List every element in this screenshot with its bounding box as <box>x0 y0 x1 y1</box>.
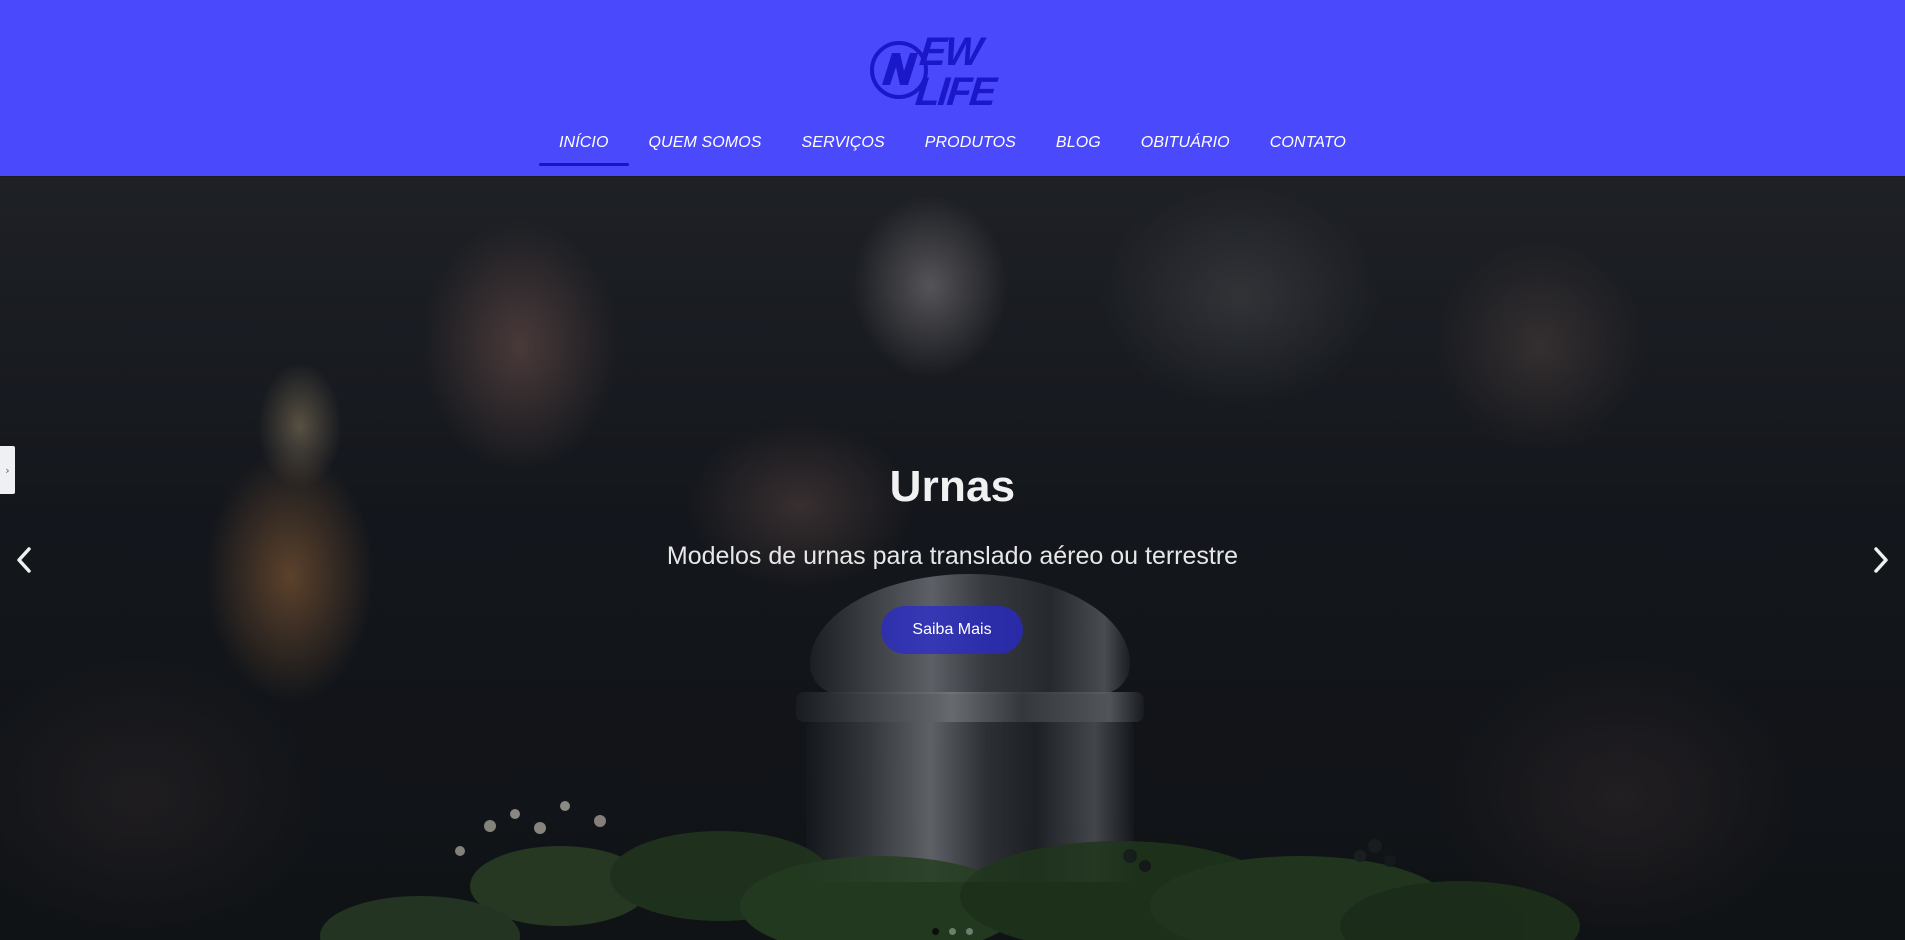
slider-dot[interactable] <box>949 928 956 935</box>
nav-item-contato[interactable]: CONTATO <box>1250 122 1366 166</box>
nav-item-produtos[interactable]: PRODUTOS <box>905 122 1036 166</box>
saiba-mais-button[interactable]: Saiba Mais <box>881 606 1023 654</box>
slider-dot[interactable] <box>966 928 973 935</box>
site-header: EW LIFE INÍCIO QUEM SOMOS SERVIÇOS PRODU… <box>0 0 1905 176</box>
nav-item-quem-somos[interactable]: QUEM SOMOS <box>629 122 782 166</box>
side-panel-chevron-icon: › <box>5 463 10 477</box>
hero-subtitle: Modelos de urnas para translado aéreo ou… <box>666 542 1239 570</box>
side-panel-toggle[interactable]: › <box>0 446 15 494</box>
nav-item-blog[interactable]: BLOG <box>1036 122 1121 166</box>
slider-prev-button[interactable] <box>4 540 44 580</box>
nav-item-servicos[interactable]: SERVIÇOS <box>782 122 905 166</box>
slider-next-button[interactable] <box>1861 540 1901 580</box>
chevron-right-icon <box>1874 547 1888 573</box>
slider-dots <box>0 928 1905 935</box>
nav-item-inicio[interactable]: INÍCIO <box>539 122 629 166</box>
logo-text: EW LIFE <box>913 30 997 114</box>
hero-title: Urnas <box>889 462 1016 511</box>
site-logo[interactable]: EW LIFE <box>868 30 1040 114</box>
nav-item-obituario[interactable]: OBITUÁRIO <box>1121 122 1250 166</box>
main-nav: INÍCIO QUEM SOMOS SERVIÇOS PRODUTOS BLOG… <box>0 122 1905 168</box>
chevron-left-icon <box>17 547 31 573</box>
slider-dot[interactable] <box>932 928 939 935</box>
